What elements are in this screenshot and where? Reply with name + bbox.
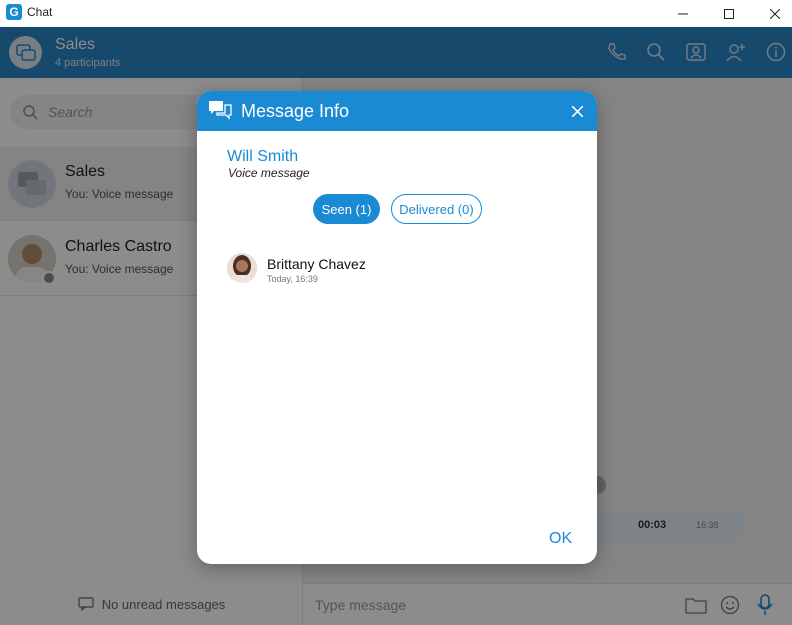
tab-delivered[interactable]: Delivered (0) bbox=[391, 194, 482, 224]
avatar bbox=[227, 253, 257, 283]
maximize-button[interactable] bbox=[706, 0, 752, 27]
minimize-icon bbox=[678, 13, 688, 14]
window-titlebar: G Chat bbox=[0, 0, 792, 27]
dialog-title: Message Info bbox=[241, 101, 350, 121]
sender-name: Will Smith bbox=[227, 148, 299, 165]
viewer-list-item: Brittany Chavez Today, 16:39 bbox=[227, 253, 567, 285]
message-info-dialog: Message Info Will Smith Voice message Se… bbox=[197, 91, 597, 564]
maximize-icon bbox=[724, 8, 734, 19]
message-preview: Voice message bbox=[228, 166, 310, 180]
tab-seen[interactable]: Seen (1) bbox=[313, 194, 380, 224]
ok-button[interactable]: OK bbox=[549, 530, 572, 548]
window-title: Chat bbox=[27, 5, 53, 19]
close-icon bbox=[571, 105, 583, 117]
app-logo-icon: G bbox=[6, 4, 22, 20]
close-icon bbox=[770, 8, 780, 19]
chat-bubbles-icon bbox=[208, 100, 232, 127]
viewer-name: Brittany Chavez bbox=[267, 256, 366, 272]
close-window-button[interactable] bbox=[752, 0, 792, 27]
person-photo-icon bbox=[227, 253, 257, 283]
viewer-seen-time: Today, 16:39 bbox=[267, 274, 318, 284]
minimize-button[interactable] bbox=[660, 0, 706, 27]
dialog-header: Message Info bbox=[197, 91, 597, 131]
dialog-close-button[interactable] bbox=[569, 103, 585, 119]
